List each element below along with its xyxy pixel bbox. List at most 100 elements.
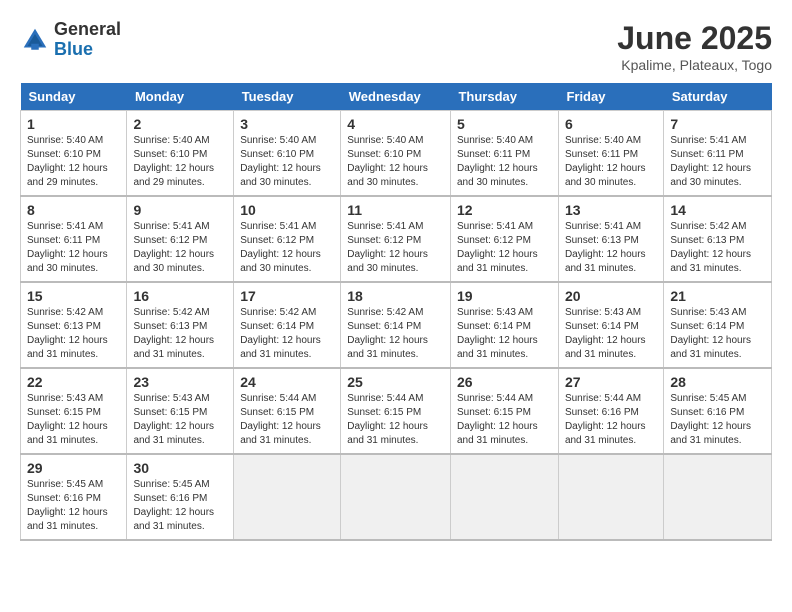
day-number: 27 — [565, 374, 657, 390]
day-info: Sunrise: 5:45 AMSunset: 6:16 PMDaylight:… — [27, 478, 120, 534]
logo-general-text: General — [54, 20, 121, 40]
table-row: 6 Sunrise: 5:40 AMSunset: 6:11 PMDayligh… — [558, 111, 663, 197]
day-number: 22 — [27, 374, 120, 390]
day-number: 26 — [457, 374, 552, 390]
table-row: 19 Sunrise: 5:43 AMSunset: 6:14 PMDaylig… — [450, 282, 558, 368]
title-block: June 2025 Kpalime, Plateaux, Togo — [617, 20, 772, 73]
day-info: Sunrise: 5:40 AMSunset: 6:11 PMDaylight:… — [565, 134, 657, 190]
table-row: 11 Sunrise: 5:41 AMSunset: 6:12 PMDaylig… — [341, 196, 451, 282]
table-row: 5 Sunrise: 5:40 AMSunset: 6:11 PMDayligh… — [450, 111, 558, 197]
table-row: 15 Sunrise: 5:42 AMSunset: 6:13 PMDaylig… — [21, 282, 127, 368]
table-row: 29 Sunrise: 5:45 AMSunset: 6:16 PMDaylig… — [21, 454, 127, 540]
day-info: Sunrise: 5:44 AMSunset: 6:15 PMDaylight:… — [240, 392, 334, 448]
day-number: 21 — [670, 288, 765, 304]
page-header: General Blue June 2025 Kpalime, Plateaux… — [20, 20, 772, 73]
table-row: 22 Sunrise: 5:43 AMSunset: 6:15 PMDaylig… — [21, 368, 127, 454]
table-row: 28 Sunrise: 5:45 AMSunset: 6:16 PMDaylig… — [664, 368, 772, 454]
col-monday: Monday — [127, 83, 234, 111]
day-info: Sunrise: 5:43 AMSunset: 6:14 PMDaylight:… — [565, 306, 657, 362]
day-info: Sunrise: 5:43 AMSunset: 6:14 PMDaylight:… — [670, 306, 765, 362]
day-number: 28 — [670, 374, 765, 390]
day-number: 2 — [133, 116, 227, 132]
day-info: Sunrise: 5:41 AMSunset: 6:12 PMDaylight:… — [457, 220, 552, 276]
day-number: 14 — [670, 202, 765, 218]
table-row — [234, 454, 341, 540]
day-info: Sunrise: 5:40 AMSunset: 6:10 PMDaylight:… — [347, 134, 444, 190]
day-info: Sunrise: 5:45 AMSunset: 6:16 PMDaylight:… — [133, 478, 227, 534]
day-number: 1 — [27, 116, 120, 132]
table-row: 9 Sunrise: 5:41 AMSunset: 6:12 PMDayligh… — [127, 196, 234, 282]
day-info: Sunrise: 5:40 AMSunset: 6:11 PMDaylight:… — [457, 134, 552, 190]
calendar-header-row: Sunday Monday Tuesday Wednesday Thursday… — [21, 83, 772, 111]
day-number: 3 — [240, 116, 334, 132]
logo-icon — [20, 25, 50, 55]
col-tuesday: Tuesday — [234, 83, 341, 111]
day-info: Sunrise: 5:41 AMSunset: 6:12 PMDaylight:… — [133, 220, 227, 276]
table-row: 20 Sunrise: 5:43 AMSunset: 6:14 PMDaylig… — [558, 282, 663, 368]
day-number: 17 — [240, 288, 334, 304]
day-number: 11 — [347, 202, 444, 218]
col-wednesday: Wednesday — [341, 83, 451, 111]
day-info: Sunrise: 5:44 AMSunset: 6:15 PMDaylight:… — [347, 392, 444, 448]
day-info: Sunrise: 5:44 AMSunset: 6:15 PMDaylight:… — [457, 392, 552, 448]
calendar-week-row: 1 Sunrise: 5:40 AMSunset: 6:10 PMDayligh… — [21, 111, 772, 197]
table-row: 3 Sunrise: 5:40 AMSunset: 6:10 PMDayligh… — [234, 111, 341, 197]
table-row: 1 Sunrise: 5:40 AMSunset: 6:10 PMDayligh… — [21, 111, 127, 197]
table-row: 4 Sunrise: 5:40 AMSunset: 6:10 PMDayligh… — [341, 111, 451, 197]
day-info: Sunrise: 5:42 AMSunset: 6:13 PMDaylight:… — [670, 220, 765, 276]
table-row: 30 Sunrise: 5:45 AMSunset: 6:16 PMDaylig… — [127, 454, 234, 540]
day-number: 5 — [457, 116, 552, 132]
col-saturday: Saturday — [664, 83, 772, 111]
calendar-body: 1 Sunrise: 5:40 AMSunset: 6:10 PMDayligh… — [21, 111, 772, 541]
table-row: 21 Sunrise: 5:43 AMSunset: 6:14 PMDaylig… — [664, 282, 772, 368]
day-number: 7 — [670, 116, 765, 132]
day-number: 23 — [133, 374, 227, 390]
location-subtitle: Kpalime, Plateaux, Togo — [617, 57, 772, 73]
day-info: Sunrise: 5:43 AMSunset: 6:15 PMDaylight:… — [133, 392, 227, 448]
table-row: 10 Sunrise: 5:41 AMSunset: 6:12 PMDaylig… — [234, 196, 341, 282]
calendar-week-row: 22 Sunrise: 5:43 AMSunset: 6:15 PMDaylig… — [21, 368, 772, 454]
day-number: 13 — [565, 202, 657, 218]
day-number: 30 — [133, 460, 227, 476]
table-row: 27 Sunrise: 5:44 AMSunset: 6:16 PMDaylig… — [558, 368, 663, 454]
day-info: Sunrise: 5:42 AMSunset: 6:14 PMDaylight:… — [240, 306, 334, 362]
month-title: June 2025 — [617, 20, 772, 57]
table-row — [450, 454, 558, 540]
day-number: 10 — [240, 202, 334, 218]
day-number: 19 — [457, 288, 552, 304]
calendar-table: Sunday Monday Tuesday Wednesday Thursday… — [20, 83, 772, 541]
table-row: 16 Sunrise: 5:42 AMSunset: 6:13 PMDaylig… — [127, 282, 234, 368]
table-row: 24 Sunrise: 5:44 AMSunset: 6:15 PMDaylig… — [234, 368, 341, 454]
table-row — [664, 454, 772, 540]
day-info: Sunrise: 5:40 AMSunset: 6:10 PMDaylight:… — [27, 134, 120, 190]
table-row: 8 Sunrise: 5:41 AMSunset: 6:11 PMDayligh… — [21, 196, 127, 282]
day-info: Sunrise: 5:42 AMSunset: 6:14 PMDaylight:… — [347, 306, 444, 362]
table-row: 26 Sunrise: 5:44 AMSunset: 6:15 PMDaylig… — [450, 368, 558, 454]
table-row — [558, 454, 663, 540]
day-number: 8 — [27, 202, 120, 218]
calendar-week-row: 8 Sunrise: 5:41 AMSunset: 6:11 PMDayligh… — [21, 196, 772, 282]
day-info: Sunrise: 5:41 AMSunset: 6:11 PMDaylight:… — [27, 220, 120, 276]
day-info: Sunrise: 5:40 AMSunset: 6:10 PMDaylight:… — [240, 134, 334, 190]
day-info: Sunrise: 5:43 AMSunset: 6:14 PMDaylight:… — [457, 306, 552, 362]
day-number: 24 — [240, 374, 334, 390]
day-info: Sunrise: 5:44 AMSunset: 6:16 PMDaylight:… — [565, 392, 657, 448]
day-number: 16 — [133, 288, 227, 304]
day-info: Sunrise: 5:42 AMSunset: 6:13 PMDaylight:… — [133, 306, 227, 362]
day-number: 25 — [347, 374, 444, 390]
day-number: 29 — [27, 460, 120, 476]
day-info: Sunrise: 5:41 AMSunset: 6:11 PMDaylight:… — [670, 134, 765, 190]
table-row: 17 Sunrise: 5:42 AMSunset: 6:14 PMDaylig… — [234, 282, 341, 368]
logo-blue-text: Blue — [54, 40, 121, 60]
day-info: Sunrise: 5:41 AMSunset: 6:12 PMDaylight:… — [347, 220, 444, 276]
table-row: 13 Sunrise: 5:41 AMSunset: 6:13 PMDaylig… — [558, 196, 663, 282]
table-row — [341, 454, 451, 540]
table-row: 25 Sunrise: 5:44 AMSunset: 6:15 PMDaylig… — [341, 368, 451, 454]
day-number: 4 — [347, 116, 444, 132]
day-number: 20 — [565, 288, 657, 304]
table-row: 18 Sunrise: 5:42 AMSunset: 6:14 PMDaylig… — [341, 282, 451, 368]
day-info: Sunrise: 5:40 AMSunset: 6:10 PMDaylight:… — [133, 134, 227, 190]
col-sunday: Sunday — [21, 83, 127, 111]
day-info: Sunrise: 5:41 AMSunset: 6:13 PMDaylight:… — [565, 220, 657, 276]
day-number: 6 — [565, 116, 657, 132]
